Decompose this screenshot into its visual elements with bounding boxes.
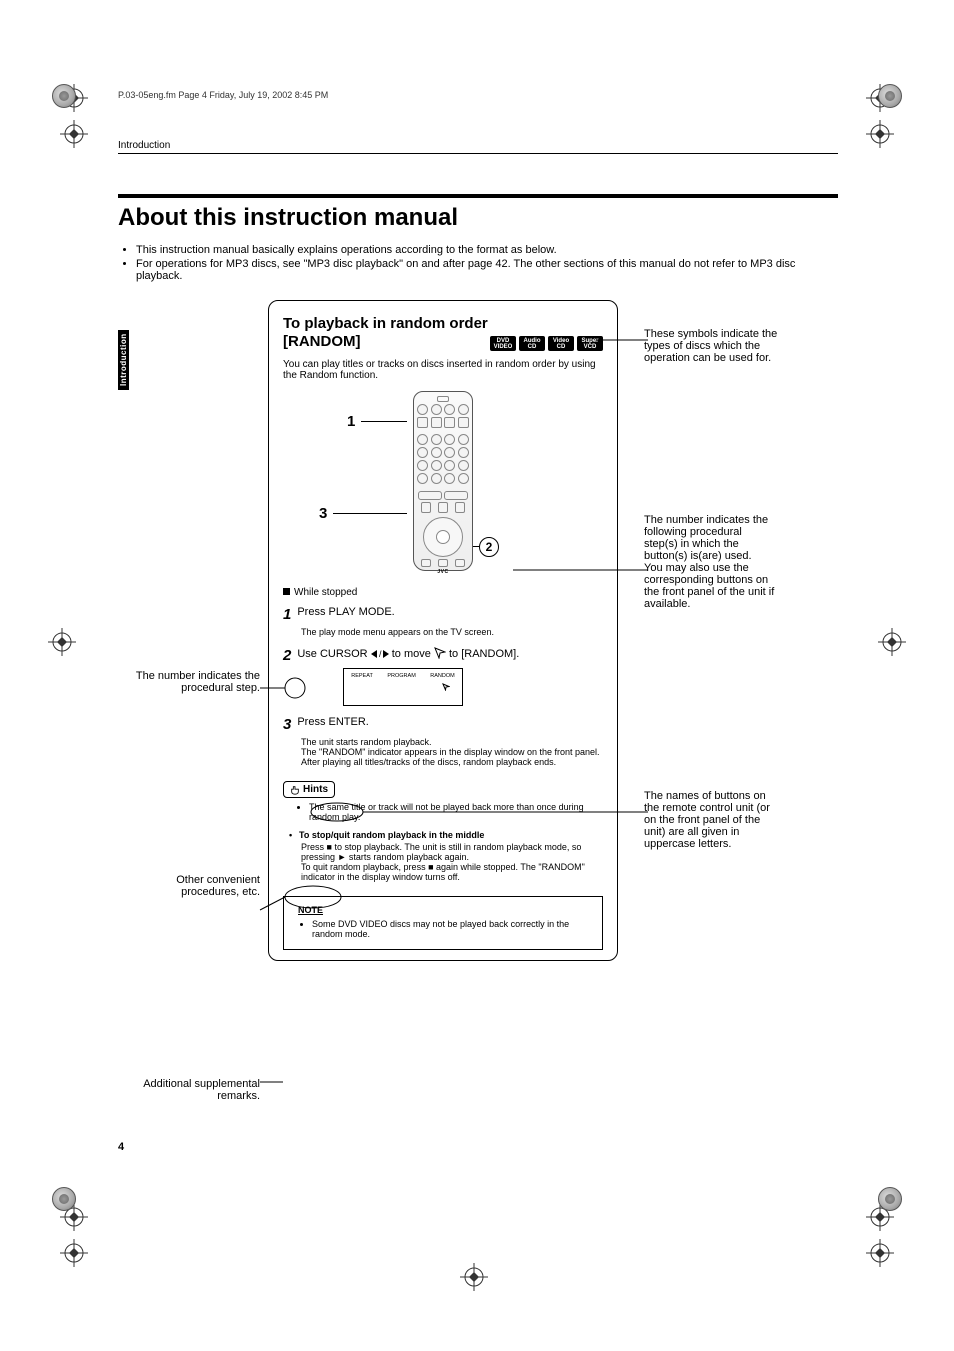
fm-header: P.03-05eng.fm Page 4 Friday, July 19, 20… [118, 90, 838, 100]
step-1-number: 1 [283, 606, 291, 623]
disc-badge-svcd: SuperVCD [577, 336, 603, 351]
callout-disc-symbols: These symbols indicate the types of disc… [644, 328, 778, 364]
stop-square-icon [283, 588, 290, 595]
step-1-sub: The play mode menu appears on the TV scr… [301, 627, 603, 637]
note-title: NOTE [298, 905, 592, 915]
menu-pointer-icon [442, 683, 450, 691]
stop-quit-body: Press ■ to stop playback. The unit is st… [301, 842, 603, 882]
thin-rule [118, 153, 838, 154]
panel-title-line1: To playback in random order [283, 315, 488, 332]
remote-cursor-pad [423, 517, 463, 557]
hints-badge: Hints [283, 781, 335, 798]
remote-step-2-circle: 2 [479, 537, 499, 557]
intro-bullets: This instruction manual basically explai… [136, 244, 838, 282]
remote-step-1-label: 1 [347, 413, 355, 430]
stop-quit-heading: To stop/quit random playback in the midd… [291, 830, 603, 840]
section-label: Introduction [118, 140, 838, 151]
step-1-cmd: Press PLAY MODE. [297, 606, 394, 618]
remote-brand: JVC [417, 569, 469, 575]
callout-step-number: The number indicates the procedural step… [118, 670, 268, 694]
page-title: About this instruction manual [118, 204, 838, 232]
menu-option-repeat: REPEAT [351, 673, 373, 705]
step-3-number: 3 [283, 716, 291, 733]
hints-item: The same title or track will not be play… [309, 802, 603, 822]
remote-body: JVC [413, 391, 473, 571]
callout-button-names: The names of buttons on the remote contr… [644, 790, 778, 850]
panel-intro: You can play titles or tracks on discs i… [283, 359, 603, 381]
note-item: Some DVD VIDEO discs may not be played b… [312, 919, 592, 939]
callout-remote-step-numbers: The number indicates the following proce… [644, 514, 778, 610]
step-3-cmd: Press ENTER. [297, 716, 369, 728]
step-3-sub: The unit starts random playback. The "RA… [301, 737, 603, 767]
step-2-number: 2 [283, 647, 291, 664]
thick-rule [118, 194, 838, 198]
page-number: 4 [118, 1141, 124, 1153]
remote-diagram: 1 3 2 [283, 391, 603, 581]
svg-text:/: / [379, 649, 382, 659]
while-stopped: While stopped [283, 587, 603, 598]
pointer-arrow-icon [434, 647, 446, 659]
panel-title-line2: [RANDOM] [283, 333, 360, 350]
remote-step-3-label: 3 [319, 505, 327, 522]
note-box: NOTE Some DVD VIDEO discs may not be pla… [283, 896, 603, 950]
step-2-cmd: Use CURSOR / to move to [RANDOM]. [297, 648, 519, 660]
callout-other-procedures: Other convenient procedures, etc. [118, 874, 268, 898]
hints-label: Hints [303, 784, 328, 795]
cursor-left-right-icon: / [371, 649, 389, 659]
example-panel: To playback in random order [RANDOM] DVD… [268, 300, 618, 961]
disc-badge-audio-cd: AudioCD [519, 336, 545, 351]
disc-type-badges: DVDVIDEO AudioCD VideoCD SuperVCD [490, 336, 603, 351]
play-mode-menu: REPEAT PROGRAM RANDOM [343, 668, 463, 706]
callout-remarks: Additional supplemental remarks. [118, 1078, 268, 1102]
intro-bullet: For operations for MP3 discs, see "MP3 d… [136, 258, 838, 282]
disc-badge-dvd: DVDVIDEO [490, 336, 516, 351]
hand-point-icon [290, 785, 300, 795]
disc-badge-video-cd: VideoCD [548, 336, 574, 351]
hints-list: The same title or track will not be play… [299, 802, 603, 822]
intro-bullet: This instruction manual basically explai… [136, 244, 838, 256]
menu-option-program: PROGRAM [387, 673, 415, 705]
